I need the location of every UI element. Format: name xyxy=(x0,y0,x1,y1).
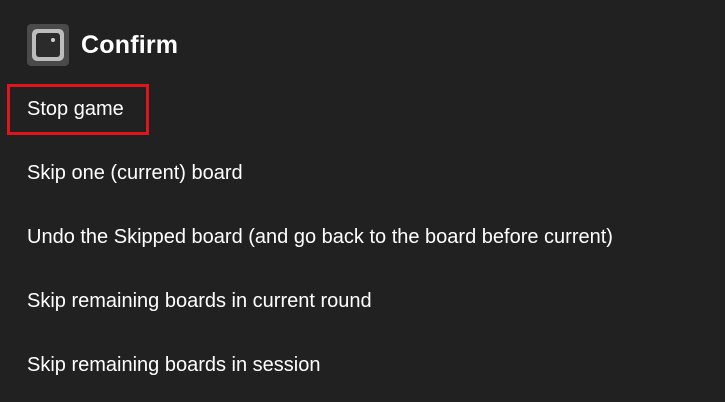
dialog-title: Confirm xyxy=(81,30,179,59)
app-icon-screen xyxy=(36,33,60,57)
skip-round-boards-option[interactable]: Skip remaining boards in current round xyxy=(0,269,725,333)
skip-session-boards-option[interactable]: Skip remaining boards in session xyxy=(0,333,725,397)
dialog-header: Confirm xyxy=(27,24,178,66)
stop-game-option[interactable]: Stop game xyxy=(0,77,725,141)
skip-current-board-option[interactable]: Skip one (current) board xyxy=(0,141,725,205)
app-icon xyxy=(27,24,69,66)
app-icon-frame xyxy=(32,29,64,61)
app-icon-dot xyxy=(51,38,55,42)
undo-skipped-board-option[interactable]: Undo the Skipped board (and go back to t… xyxy=(0,205,725,269)
confirm-dialog: Confirm Stop game Skip one (current) boa… xyxy=(0,0,725,402)
